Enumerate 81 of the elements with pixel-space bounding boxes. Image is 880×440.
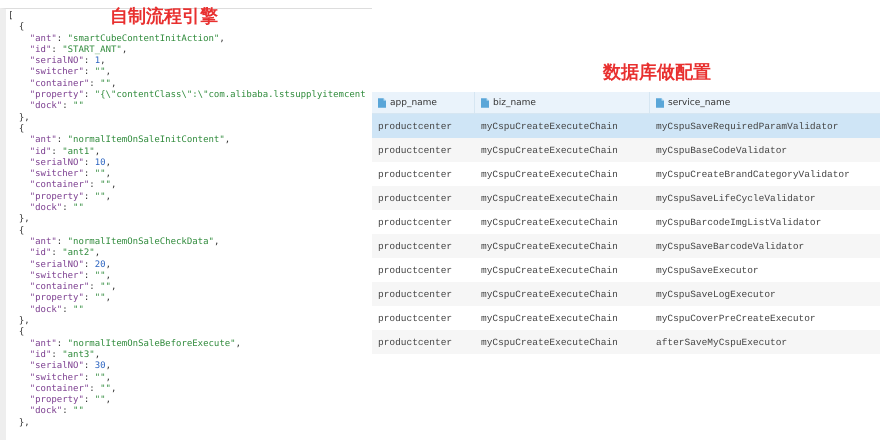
table-row[interactable]: productcenter myCspuCreateExecuteChain afterSaveMyCspuExecutor xyxy=(372,330,880,354)
table-cell-text: productcenter xyxy=(377,288,454,300)
table-cell-text: productcenter xyxy=(377,168,454,180)
caption: 自制流程引擎 xyxy=(110,5,218,28)
table-cell-text: myCspuCreateExecuteChain xyxy=(480,144,619,156)
code-line: "dock": "" xyxy=(28,101,84,113)
code-line: "property": "", xyxy=(28,395,111,406)
code-line: "ant": "normalItemOnSaleCheckData", xyxy=(28,236,220,248)
column-icon xyxy=(481,98,489,108)
table-cell-text: productcenter xyxy=(377,192,454,204)
code-line: "dock": "" xyxy=(28,203,84,214)
table-cell-text: myCspuCreateExecuteChain xyxy=(480,312,619,324)
table-row[interactable]: productcenter myCspuCreateExecuteChain myCspuSaveBarcodeValidator xyxy=(372,234,880,258)
code-line: "ant": "normalItemOnSaleInitContent", xyxy=(28,135,230,147)
column-header: service_name xyxy=(668,98,730,108)
column-header: app_name xyxy=(390,98,437,108)
table-cell-text: productcenter xyxy=(377,144,454,156)
table-cell-text: myCspuCreateExecuteChain xyxy=(480,336,619,348)
table-row[interactable]: productcenter myCspuCreateExecuteChain myCspuSaveLifeCycleValidator xyxy=(372,186,880,210)
code-line: "switcher": "", xyxy=(28,169,111,180)
code-line: "ant": "smartCubeContentInitAction", xyxy=(28,34,225,45)
code-line: "serialNO": 30, xyxy=(28,361,111,372)
table-cell-text: productcenter xyxy=(377,264,454,276)
code-line: { xyxy=(18,226,24,237)
code-line: { xyxy=(18,22,24,34)
code-line: "ant": "normalItemOnSaleBeforeExecute", xyxy=(28,338,242,350)
table-cell-text: productcenter xyxy=(377,336,454,348)
code-line: "container": "", xyxy=(28,384,116,396)
column-header: biz_name xyxy=(493,98,536,108)
table-cell-text: myCspuCreateExecuteChain xyxy=(480,216,619,228)
code-line: }, xyxy=(18,316,30,327)
table-row[interactable]: productcenter myCspuCreateExecuteChain myCspuBaseCodeValidator xyxy=(372,138,880,162)
code-line: { xyxy=(18,327,24,339)
code-line: "serialNO": 1, xyxy=(28,56,106,67)
code-line: }, xyxy=(18,418,30,429)
table-cell-text: myCspuSaveLifeCycleValidator xyxy=(655,192,817,204)
table-cell-text: productcenter xyxy=(377,216,454,228)
code-line: [ xyxy=(8,11,14,22)
code-line: "id": "START_ANT", xyxy=(28,44,128,56)
code-line: }, xyxy=(18,214,30,226)
caption: 数据库做配置 xyxy=(603,61,711,84)
table-cell-text: productcenter xyxy=(377,312,454,324)
code-line: "property": "{\"contentClass\":\"com.alibaba.lstsupplyitemcent xyxy=(28,90,366,101)
code-line: "id": "ant2", xyxy=(28,248,100,260)
table-cell-text: myCspuCreateExecuteChain xyxy=(480,192,619,204)
table-cell-text: myCspuBaseCodeValidator xyxy=(655,144,788,156)
table-cell-text: myCspuSaveRequiredParamValidator xyxy=(655,120,840,132)
table-cell-text: myCspuCreateExecuteChain xyxy=(480,240,619,252)
code-line: "serialNO": 20, xyxy=(28,260,111,271)
code-line: "id": "ant3", xyxy=(28,350,100,361)
table-cell-text: myCspuCreateExecuteChain xyxy=(480,288,619,300)
table-cell-text: productcenter xyxy=(377,120,454,132)
table-row[interactable]: productcenter myCspuCreateExecuteChain myCspuSaveRequiredParamValidator xyxy=(372,114,880,138)
table-cell-text: myCspuCreateExecuteChain xyxy=(480,168,619,180)
table-cell-text: myCspuCreateBrandCategoryValidator xyxy=(655,168,851,180)
table-cell-text: myCspuSaveBarcodeValidator xyxy=(655,240,806,252)
code-line: "dock": "" xyxy=(28,406,84,418)
code-line: { xyxy=(18,124,24,136)
code-line: "container": "", xyxy=(28,282,116,294)
table-cell-text: myCspuCoverPreCreateExecutor xyxy=(655,312,817,324)
code-line: "container": "", xyxy=(28,78,116,90)
table-cell-text: myCspuCreateExecuteChain xyxy=(480,120,619,132)
column-icon xyxy=(656,98,664,108)
table-cell-text: productcenter xyxy=(377,240,454,252)
code-line: "switcher": "", xyxy=(28,372,111,384)
table-cell-text: myCspuSaveExecutor xyxy=(655,264,760,276)
code-line: "dock": "" xyxy=(28,304,84,316)
code-line: "switcher": "", xyxy=(28,67,111,79)
code-line: "property": "", xyxy=(28,192,111,203)
table-cell-text: myCspuSaveLogExecutor xyxy=(655,288,777,300)
code-line: "serialNO": 10, xyxy=(28,158,111,169)
code-line: }, xyxy=(18,112,30,124)
code-line: "container": "", xyxy=(28,180,116,192)
code-line: "id": "ant1", xyxy=(28,146,100,158)
table-cell-text: myCspuBarcodeImgListValidator xyxy=(655,216,822,228)
table-row[interactable]: productcenter myCspuCreateExecuteChain myCspuSaveLogExecutor xyxy=(372,282,880,306)
code-line: "switcher": "", xyxy=(28,270,111,282)
column-icon xyxy=(378,98,386,108)
table-cell-text: afterSaveMyCspuExecutor xyxy=(655,336,788,348)
code-line: "property": "", xyxy=(28,293,111,305)
table-cell-text: myCspuCreateExecuteChain xyxy=(480,264,619,276)
